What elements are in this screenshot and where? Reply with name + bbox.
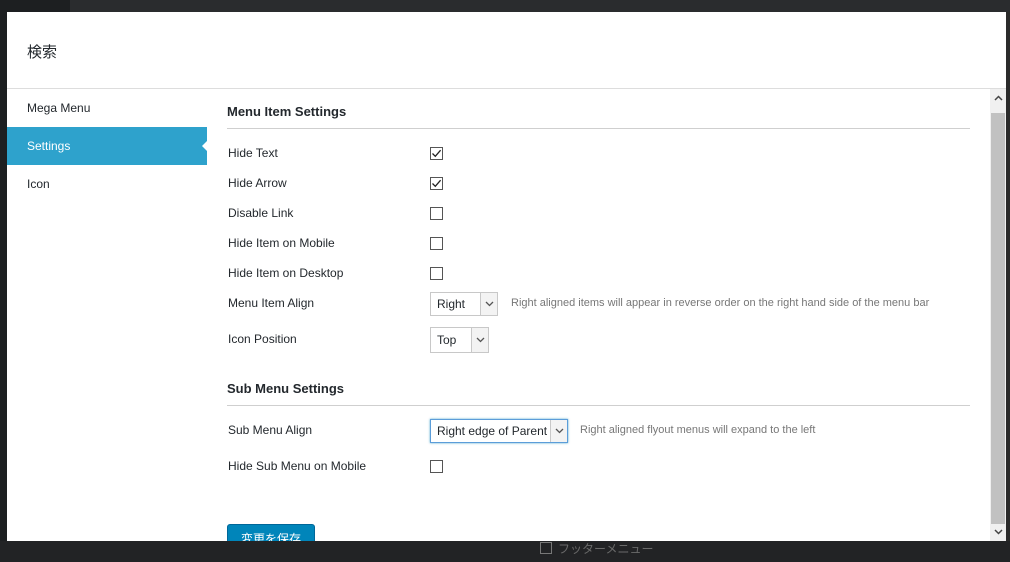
background-bottom-bar <box>0 541 1010 562</box>
background-top-bar <box>0 0 1010 12</box>
hide-arrow-checkbox[interactable] <box>430 177 443 190</box>
section-divider <box>227 128 970 129</box>
hide-item-mobile-label: Hide Item on Mobile <box>228 236 335 250</box>
chevron-down-icon <box>550 420 567 442</box>
menu-item-settings-heading: Menu Item Settings <box>227 104 347 119</box>
sub-menu-align-value: Right edge of Parent <box>437 424 548 438</box>
background-footer-menu-item: フッターメニュー <box>540 541 654 556</box>
chevron-down-icon <box>471 328 488 352</box>
icon-position-select[interactable]: Top <box>430 327 489 353</box>
hide-sub-menu-mobile-checkbox[interactable] <box>430 460 443 473</box>
mega-menu-settings-modal: 検索 Mega Menu Settings Icon Menu Item Set… <box>7 12 1006 541</box>
section-divider <box>227 405 970 406</box>
hide-item-mobile-checkbox[interactable] <box>430 237 443 250</box>
hide-arrow-label: Hide Arrow <box>228 176 287 190</box>
menu-item-align-select[interactable]: Right <box>430 292 498 316</box>
sub-menu-settings-heading: Sub Menu Settings <box>227 381 344 396</box>
hide-sub-menu-mobile-label: Hide Sub Menu on Mobile <box>228 459 367 473</box>
modal-header: 検索 <box>7 12 1006 89</box>
sidebar-item-mega-menu[interactable]: Mega Menu <box>7 89 207 127</box>
chevron-down-icon <box>480 293 497 315</box>
scrollbar-thumb[interactable] <box>991 113 1005 524</box>
hide-text-label: Hide Text <box>228 146 278 160</box>
menu-item-align-label: Menu Item Align <box>228 296 315 310</box>
menu-item-align-value: Right <box>437 297 466 311</box>
menu-item-align-hint: Right aligned items will appear in rever… <box>511 297 930 309</box>
disable-link-checkbox[interactable] <box>430 207 443 220</box>
scroll-down-arrow-icon[interactable] <box>990 523 1006 541</box>
background-checkbox-icon <box>540 542 552 554</box>
sidebar-item-settings[interactable]: Settings <box>7 127 208 165</box>
sidebar-item-icon[interactable]: Icon <box>7 165 207 203</box>
icon-position-value: Top <box>437 333 457 347</box>
background-footer-menu-label: フッターメニュー <box>558 541 654 556</box>
sub-menu-align-hint: Right aligned flyout menus will expand t… <box>580 424 816 436</box>
checkmark-icon <box>432 179 442 188</box>
icon-position-label: Icon Position <box>228 332 297 346</box>
scroll-up-arrow-icon[interactable] <box>990 89 1006 107</box>
disable-link-label: Disable Link <box>228 206 294 220</box>
sub-menu-align-label: Sub Menu Align <box>228 423 313 437</box>
checkmark-icon <box>432 149 442 158</box>
save-changes-button[interactable]: 変更を保存 <box>227 524 315 541</box>
settings-panel: Menu Item Settings Hide Text Hide Arrow … <box>207 89 990 541</box>
hide-item-desktop-checkbox[interactable] <box>430 267 443 280</box>
sub-menu-align-select[interactable]: Right edge of Parent <box>430 419 568 443</box>
modal-sidebar: Mega Menu Settings Icon <box>7 89 208 541</box>
hide-item-desktop-label: Hide Item on Desktop <box>228 266 344 280</box>
content-scrollbar[interactable] <box>990 89 1006 541</box>
modal-title: 検索 <box>27 44 58 61</box>
hide-text-checkbox[interactable] <box>430 147 443 160</box>
